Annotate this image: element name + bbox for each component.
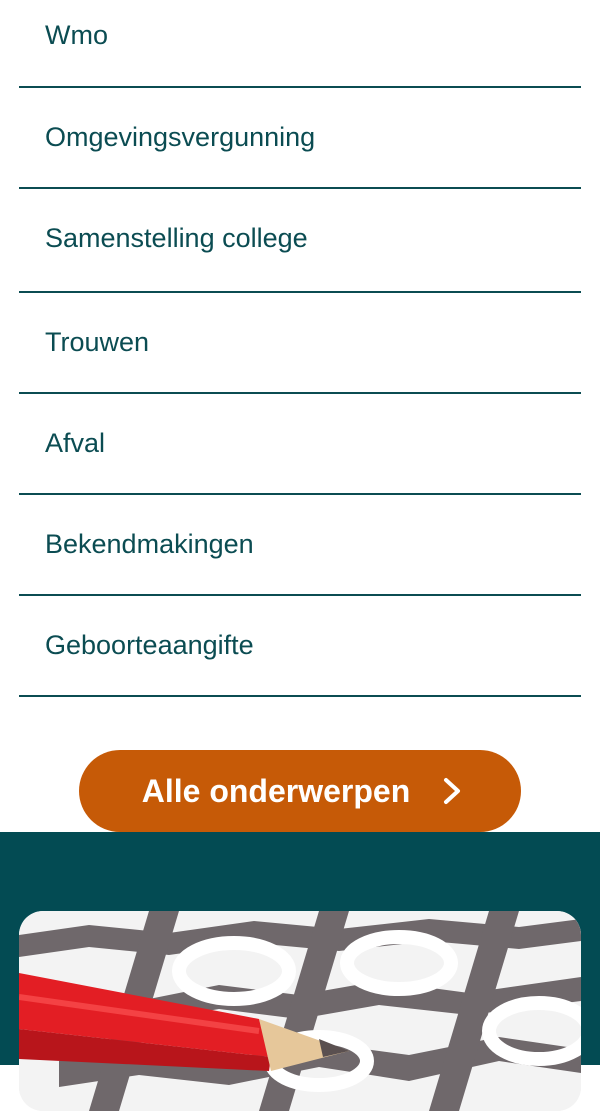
all-topics-button[interactable]: Alle onderwerpen	[79, 750, 521, 832]
topic-label: Trouwen	[45, 327, 150, 357]
topic-label: Geboorteaangifte	[45, 630, 254, 660]
topic-link-trouwen[interactable]: Trouwen	[19, 293, 581, 394]
topic-list: Wmo Omgevingsvergunning Samenstelling co…	[19, 0, 581, 697]
chevron-right-icon	[440, 776, 464, 806]
topic-link-omgevingsvergunning[interactable]: Omgevingsvergunning	[19, 88, 581, 189]
topic-label: Bekendmakingen	[45, 529, 254, 559]
ballot-pencil-image	[19, 911, 581, 1111]
topic-link-samenstelling-college[interactable]: Samenstelling college	[19, 189, 581, 293]
topic-label: Wmo	[45, 20, 108, 50]
all-topics-button-label: Alle onderwerpen	[141, 772, 411, 809]
topic-link-bekendmakingen[interactable]: Bekendmakingen	[19, 495, 581, 596]
topic-link-afval[interactable]: Afval	[19, 394, 581, 495]
topic-label: Samenstelling college	[45, 223, 308, 253]
footer-section	[0, 832, 600, 1111]
topic-link-wmo[interactable]: Wmo	[19, 0, 581, 88]
topic-link-geboorteaangifte[interactable]: Geboorteaangifte	[19, 596, 581, 697]
topic-label: Afval	[45, 428, 106, 458]
cta-container: Alle onderwerpen	[0, 750, 600, 832]
topic-label: Omgevingsvergunning	[45, 122, 316, 152]
